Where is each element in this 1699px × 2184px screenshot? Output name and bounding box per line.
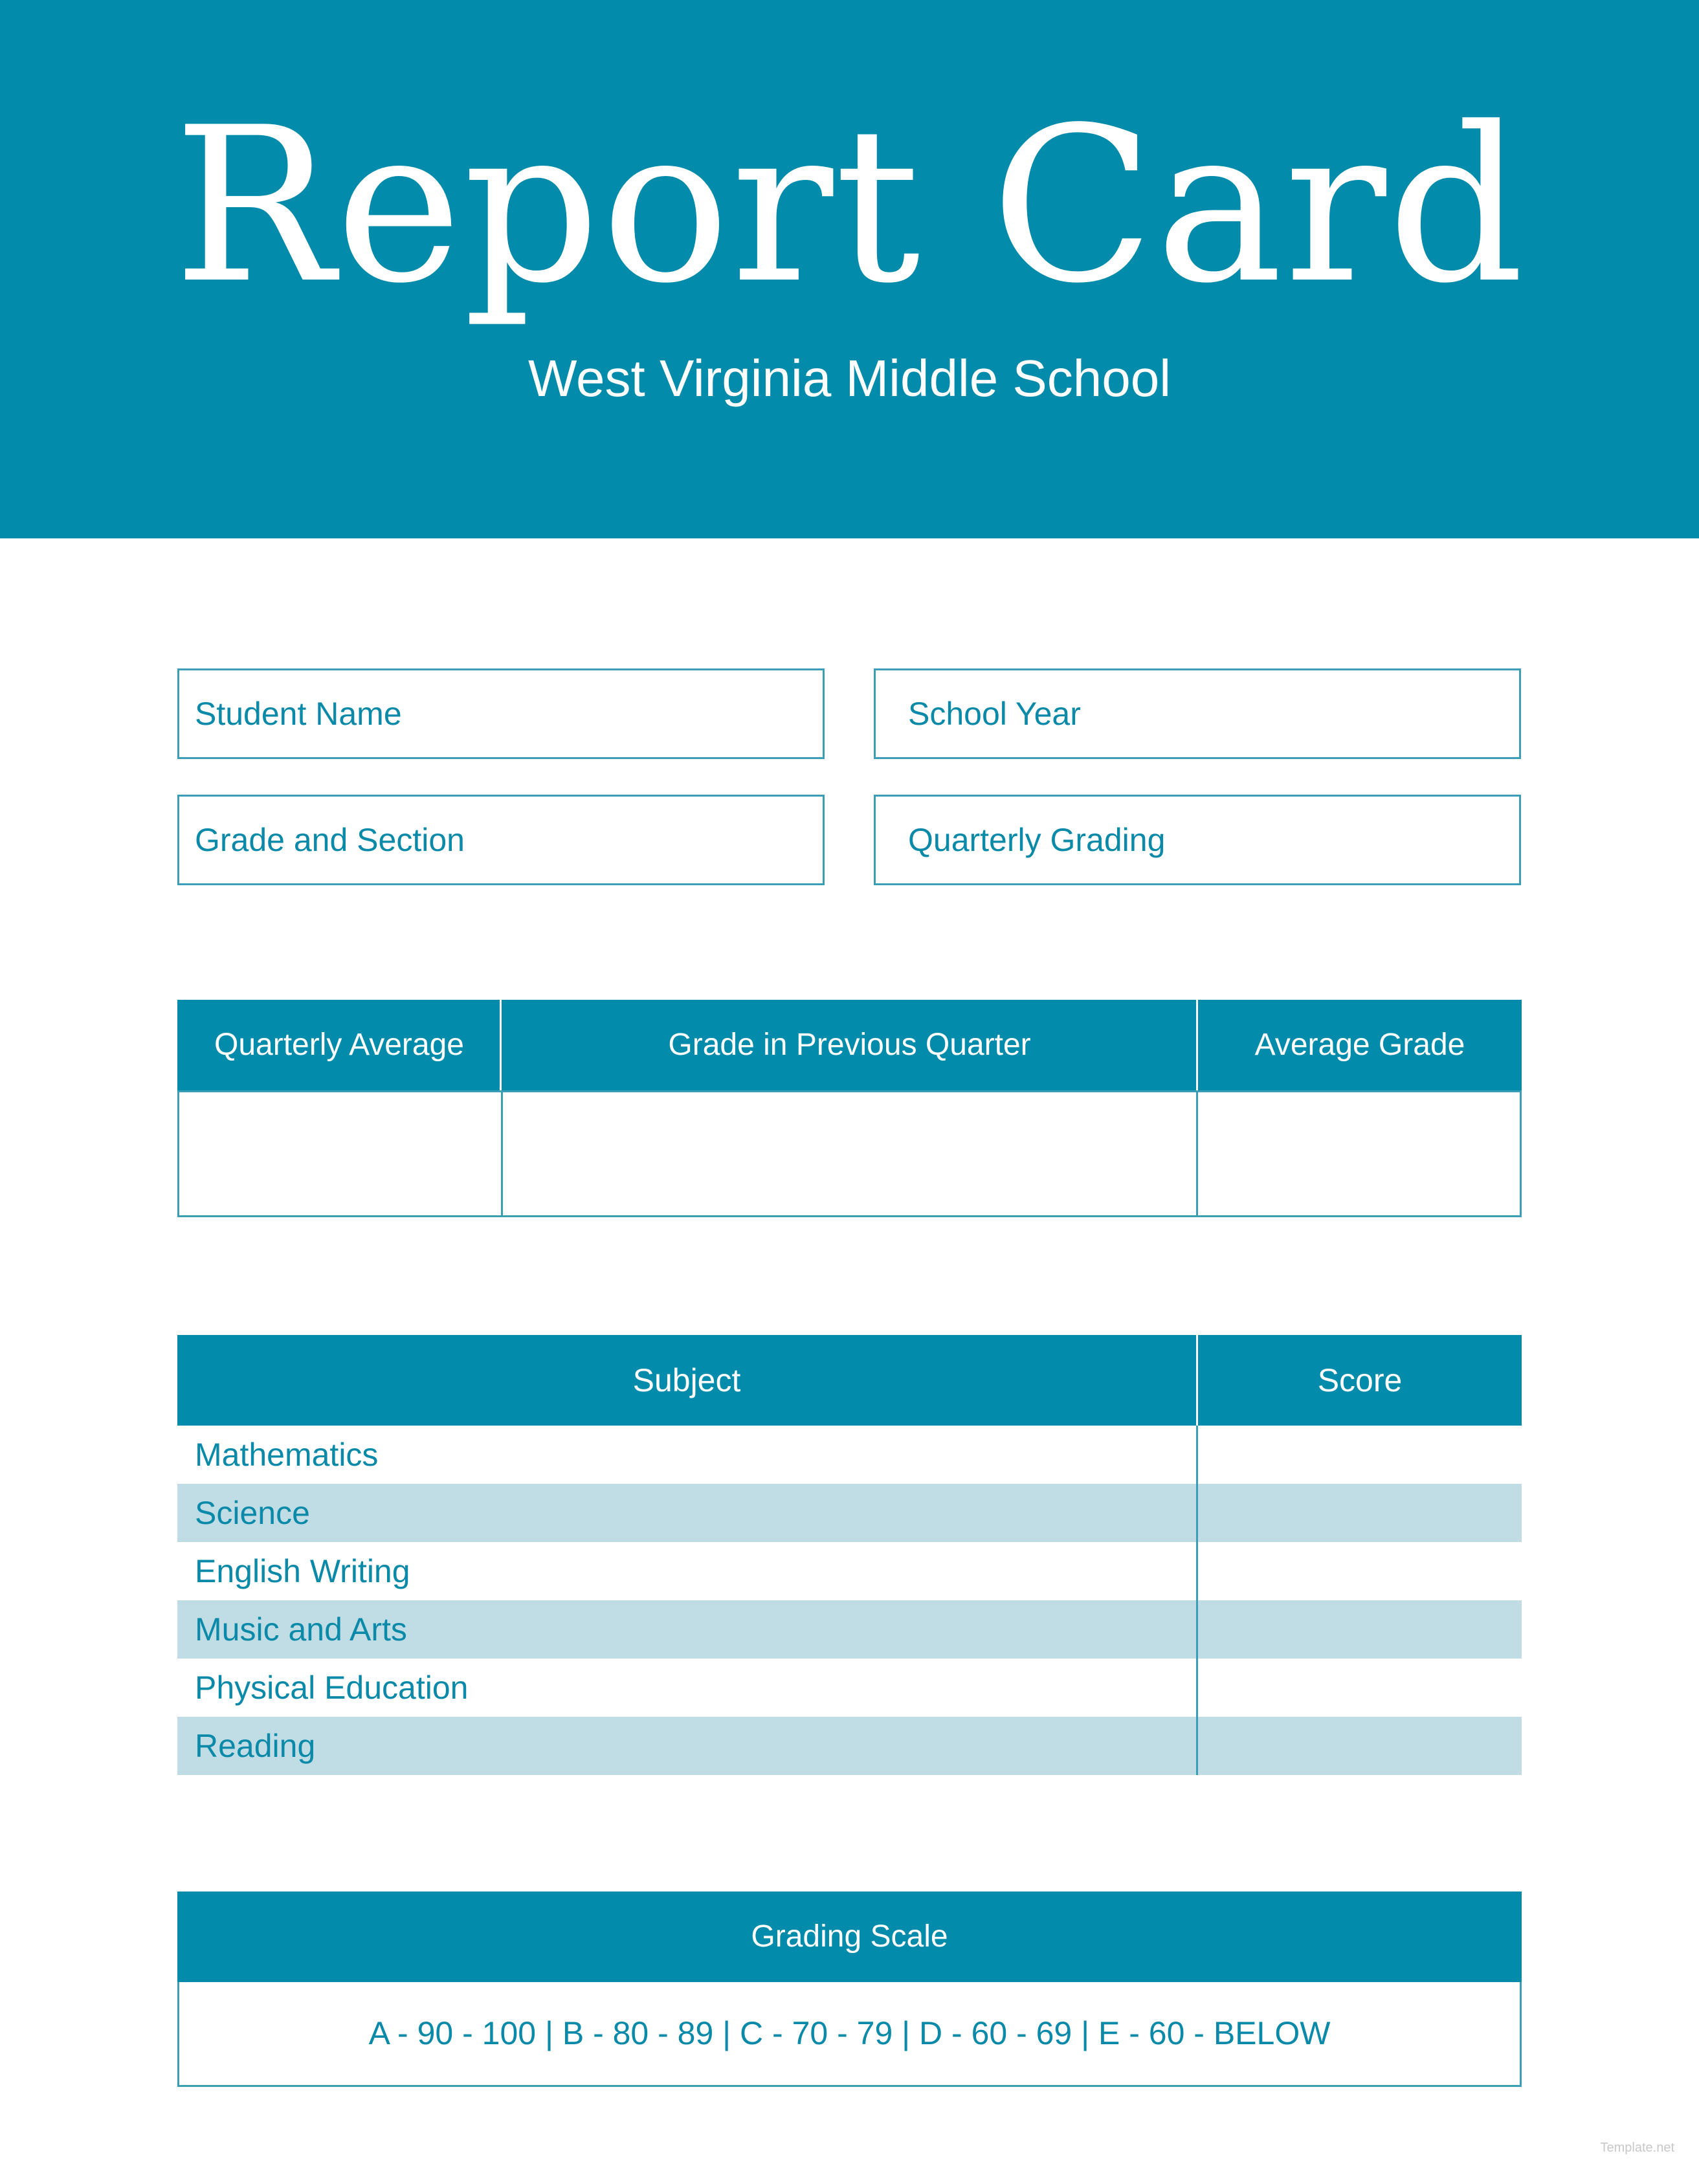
subjects-table: Subject Score Mathematics Science Englis… [177,1335,1522,1775]
grading-scale-text: A - 90 - 100 | B - 80 - 89 | C - 70 - 79… [177,1982,1522,2087]
watermark: Template.net [1600,2141,1674,2155]
subject-header: Subject [177,1335,1196,1426]
table-row: English Writing [177,1542,1522,1600]
header-banner: Report Card West Virginia Middle School [0,0,1699,538]
table-row: Physical Education [177,1659,1522,1717]
grading-scale-header: Grading Scale [177,1892,1522,1982]
subject-name: Physical Education [195,1670,469,1706]
average-grade-header: Average Grade [1198,1000,1522,1090]
previous-quarter-grade-cell[interactable] [501,1090,1198,1217]
school-year-label: School Year [908,696,1081,732]
student-name-label: Student Name [195,696,402,732]
grade-and-section-label: Grade and Section [195,822,465,858]
quarterly-grading-field[interactable]: Quarterly Grading [874,795,1521,885]
average-grade-cell[interactable] [1196,1090,1522,1217]
student-name-field[interactable]: Student Name [177,668,825,759]
quarterly-average-cell[interactable] [177,1090,503,1217]
column-divider [1196,1426,1198,1775]
header-divider [500,1000,502,1090]
subject-name: Science [195,1495,310,1531]
score-header: Score [1198,1335,1522,1426]
table-row: Science [177,1484,1522,1542]
header-divider [1196,1335,1198,1426]
subject-name: Mathematics [195,1437,379,1473]
subject-name: Reading [195,1728,316,1764]
school-name: West Virginia Middle School [527,349,1172,407]
table-row: Reading [177,1717,1522,1775]
table-row: Music and Arts [177,1600,1522,1659]
subject-name: Music and Arts [195,1611,407,1648]
page-title: Report Card [173,82,1526,330]
quarterly-grading-label: Quarterly Grading [908,822,1166,858]
grade-and-section-field[interactable]: Grade and Section [177,795,825,885]
subject-name: English Writing [195,1553,410,1589]
averages-table: Quarterly Average Grade in Previous Quar… [177,1000,1522,1217]
quarterly-average-header: Quarterly Average [177,1000,501,1090]
table-row: Mathematics [177,1426,1522,1484]
header-divider [1196,1000,1198,1090]
previous-quarter-grade-header: Grade in Previous Quarter [501,1000,1198,1090]
school-year-field[interactable]: School Year [874,668,1521,759]
